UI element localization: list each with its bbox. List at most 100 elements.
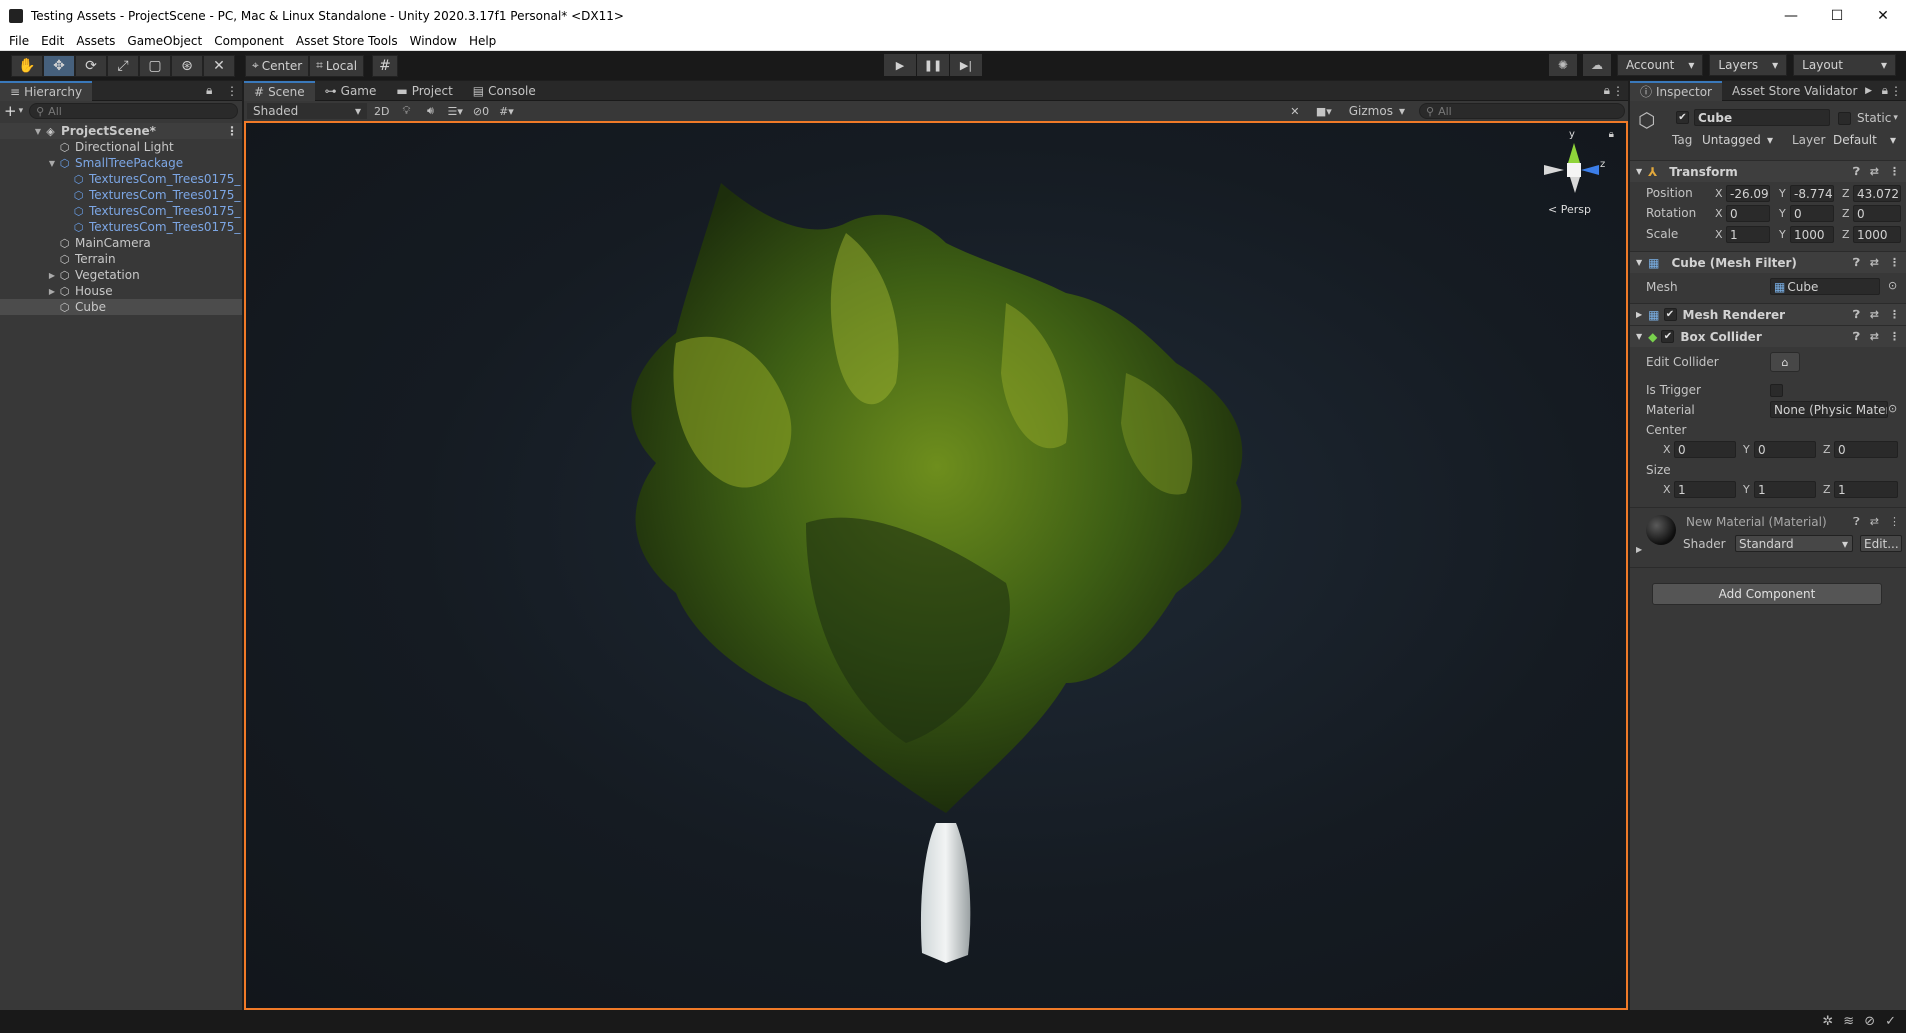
menu-file[interactable]: File — [3, 34, 35, 48]
cloud-icon[interactable]: ☁ — [1582, 54, 1611, 76]
hierarchy-item[interactable]: ⬡ TexturesCom_Trees0175_ — [0, 187, 242, 203]
center-x-field[interactable]: 0 — [1674, 441, 1736, 458]
account-dropdown[interactable]: Account ▾ — [1616, 54, 1704, 76]
size-x-field[interactable]: 1 — [1674, 481, 1736, 498]
presets-icon[interactable]: ⇄ — [1870, 515, 1879, 529]
object-picker-icon[interactable]: ⊙ — [1888, 279, 1897, 292]
hierarchy-item[interactable]: ▼ ⬡ SmallTreePackage — [0, 155, 242, 171]
kebab-menu-icon[interactable]: ⋮ — [226, 84, 238, 98]
layer-dropdown[interactable]: Default ▾ — [1830, 131, 1900, 148]
tab-inspector[interactable]: ⓘ Inspector — [1630, 80, 1722, 101]
custom-tool-button[interactable]: ✕ — [203, 54, 235, 77]
camera-settings-icon[interactable]: ■▾ — [1313, 103, 1335, 119]
lock-icon[interactable]: 🔒︎ — [1609, 129, 1614, 140]
foldout-arrow-icon[interactable]: ▶ — [1636, 545, 1642, 554]
maximize-button[interactable]: ☐ — [1814, 0, 1860, 31]
close-button[interactable]: ✕ — [1860, 0, 1906, 31]
layout-dropdown[interactable]: Layout ▾ — [1793, 54, 1896, 76]
kebab-menu-icon[interactable]: ⋮ — [1889, 256, 1900, 270]
grid-snap-button[interactable]: # — [372, 54, 399, 77]
minimize-button[interactable]: — — [1768, 0, 1814, 31]
menu-assets[interactable]: Assets — [70, 34, 121, 48]
kebab-menu-icon[interactable]: ⋮ — [1889, 308, 1900, 322]
presets-icon[interactable]: ⇄ — [1870, 330, 1879, 344]
orientation-gizmo[interactable]: y z < Persp — [1532, 129, 1612, 219]
scene-search-input[interactable]: ⚲ All — [1419, 103, 1625, 119]
hierarchy-item[interactable]: ⬡ MainCamera — [0, 235, 242, 251]
mesh-renderer-header[interactable]: ▶ ▦ ✔ Mesh Renderer ❓︎ ⇄ ⋮ — [1630, 303, 1906, 325]
services-icon[interactable]: ✺ — [1548, 54, 1577, 76]
kebab-menu-icon[interactable]: ⋮ — [1889, 165, 1900, 179]
move-tool-button[interactable]: ✥ — [43, 54, 75, 77]
mesh-filter-header[interactable]: ▼ ▦ Cube (Mesh Filter) ❓︎ ⇄ ⋮ — [1630, 251, 1906, 273]
tab-hierarchy[interactable]: ≡ Hierarchy — [0, 80, 93, 101]
hierarchy-item[interactable]: ⬡ Cube — [0, 299, 242, 315]
pivot-center-toggle[interactable]: ⌖ Center — [245, 54, 310, 77]
shader-edit-button[interactable]: Edit... — [1860, 535, 1902, 552]
gizmo-x-axis[interactable] — [1544, 165, 1564, 175]
rotation-z-field[interactable]: 0 — [1853, 205, 1901, 222]
lighting-toggle-icon[interactable]: 💡︎ — [396, 103, 416, 119]
presets-icon[interactable]: ⇄ — [1870, 165, 1879, 179]
kebab-menu-icon[interactable]: ⋮ — [1890, 84, 1902, 98]
hierarchy-item[interactable]: ⬡ Terrain — [0, 251, 242, 267]
mesh-renderer-enabled-checkbox[interactable]: ✔ — [1663, 308, 1677, 321]
gizmo-y-axis[interactable] — [1568, 143, 1580, 163]
hierarchy-item[interactable]: ⬡ TexturesCom_Trees0175_ — [0, 203, 242, 219]
rotation-y-field[interactable]: 0 — [1790, 205, 1834, 222]
shader-dropdown[interactable]: Standard ▾ — [1735, 535, 1853, 552]
menu-help[interactable]: Help — [463, 34, 502, 48]
help-icon[interactable]: ❓︎ — [1853, 256, 1860, 270]
expand-arrow-icon[interactable]: ▶ — [46, 287, 58, 296]
step-button[interactable]: ▶| — [950, 54, 982, 76]
toggle-2d-button[interactable]: 2D — [371, 103, 392, 119]
menu-gameobject[interactable]: GameObject — [121, 34, 208, 48]
hierarchy-item[interactable]: ▶ ⬡ House — [0, 283, 242, 299]
size-y-field[interactable]: 1 — [1754, 481, 1816, 498]
active-checkbox[interactable]: ✔ — [1676, 111, 1689, 124]
play-button[interactable]: ▶ — [884, 54, 916, 76]
add-component-button[interactable]: Add Component — [1652, 583, 1882, 605]
box-collider-header[interactable]: ▼ ◆ ✔ Box Collider ❓︎ ⇄ ⋮ — [1630, 325, 1906, 347]
tab-console[interactable]: ▤ Console — [463, 81, 546, 101]
transform-tool-button[interactable]: ⊛ — [171, 54, 203, 77]
center-y-field[interactable]: 0 — [1754, 441, 1816, 458]
hierarchy-search-input[interactable]: ⚲ All — [29, 103, 238, 119]
center-z-field[interactable]: 0 — [1834, 441, 1898, 458]
gizmo-neg-y-axis[interactable] — [1570, 177, 1580, 193]
menu-asset-store-tools[interactable]: Asset Store Tools — [290, 34, 404, 48]
menu-window[interactable]: Window — [404, 34, 463, 48]
presets-icon[interactable]: ⇄ — [1870, 308, 1879, 322]
effects-toggle-icon[interactable]: ☰▾ — [444, 103, 465, 119]
foldout-arrow-icon[interactable]: ▼ — [1636, 332, 1642, 341]
menu-component[interactable]: Component — [208, 34, 290, 48]
mesh-field[interactable]: ▦ Cube — [1770, 278, 1880, 295]
help-icon[interactable]: ❓︎ — [1853, 308, 1860, 322]
tab-game[interactable]: ⊶ Game — [315, 81, 387, 101]
static-checkbox[interactable] — [1838, 111, 1851, 125]
scene-viewport[interactable]: y z < Persp 🔒︎ — [244, 121, 1628, 1010]
foldout-arrow-icon[interactable]: ▼ — [1636, 258, 1642, 267]
tools-icon[interactable]: ✕ — [1285, 103, 1305, 119]
is-trigger-checkbox[interactable] — [1770, 384, 1783, 397]
hidden-objects-toggle[interactable]: ⊘ 0 — [470, 103, 492, 119]
help-icon[interactable]: ❓︎ — [1853, 330, 1860, 344]
hand-tool-button[interactable]: ✋ — [11, 54, 43, 77]
rotation-x-field[interactable]: 0 — [1726, 205, 1770, 222]
expand-arrow-icon[interactable]: ▼ — [46, 159, 58, 168]
foldout-arrow-icon[interactable]: ▼ — [1636, 167, 1642, 176]
scale-tool-button[interactable]: ⤢ — [107, 54, 139, 77]
position-y-field[interactable]: -8.7745 — [1790, 185, 1834, 202]
physic-material-field[interactable]: None (Physic Mater — [1770, 401, 1888, 418]
shading-mode-dropdown[interactable]: Shaded ▾ — [247, 103, 367, 119]
scale-x-field[interactable]: 1 — [1726, 226, 1770, 243]
check-circle-icon[interactable]: ✓ — [1885, 1014, 1896, 1029]
gizmo-center-cube[interactable] — [1567, 163, 1581, 177]
help-icon[interactable]: ❓︎ — [1853, 515, 1860, 529]
tab-project[interactable]: ▬ Project — [386, 81, 462, 101]
tab-scroll-icon[interactable]: ▶ — [1865, 86, 1872, 96]
gizmo-z-axis[interactable] — [1581, 165, 1599, 175]
add-button[interactable]: + — [4, 102, 17, 120]
help-icon[interactable]: ❓︎ — [1853, 165, 1860, 179]
edit-collider-button[interactable]: ⌂ — [1770, 352, 1800, 372]
